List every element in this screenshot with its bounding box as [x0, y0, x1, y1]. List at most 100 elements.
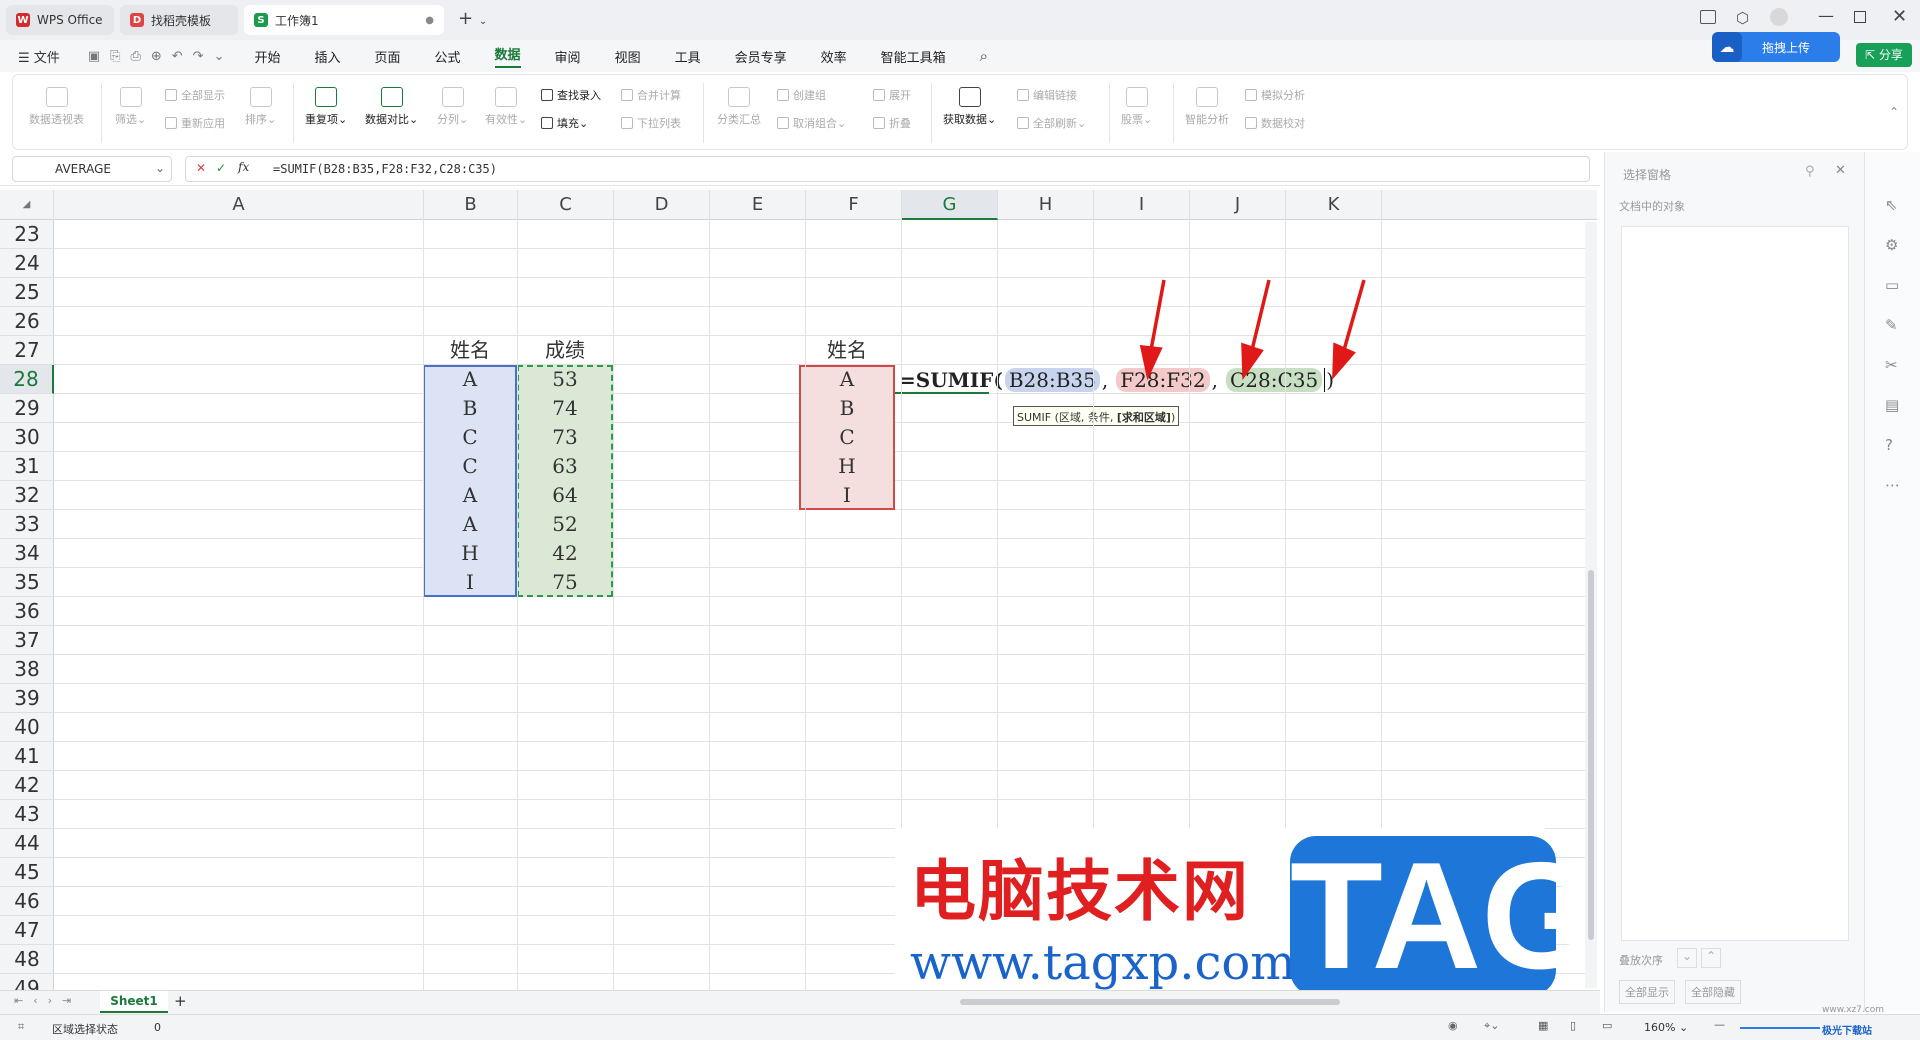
- table1-score-cell[interactable]: 53: [517, 365, 613, 394]
- subtotal-button[interactable]: 分类汇总: [717, 87, 761, 127]
- row-header-35[interactable]: 35: [0, 568, 54, 597]
- create-group-button[interactable]: 创建组: [777, 87, 826, 103]
- sort-button[interactable]: 排序⌄: [245, 87, 276, 127]
- menu-efficiency[interactable]: 效率: [821, 47, 847, 66]
- menu-smart-toolbox[interactable]: 智能工具箱: [881, 47, 946, 66]
- lookup-button[interactable]: 查找录入: [541, 87, 601, 103]
- tab-dot-icon[interactable]: ●: [425, 15, 434, 26]
- simulate-button[interactable]: 模拟分析: [1245, 87, 1305, 103]
- table2-name-cell[interactable]: H: [799, 452, 895, 481]
- minimize-icon[interactable]: —: [1818, 6, 1834, 25]
- close-pane-icon[interactable]: ✕: [1835, 163, 1846, 178]
- table1-name-cell[interactable]: B: [423, 394, 517, 423]
- horizontal-scroll-thumb[interactable]: [960, 999, 1340, 1005]
- refresh-all-button[interactable]: 全部刷新 ⌄: [1017, 115, 1086, 131]
- help-icon[interactable]: ?: [1885, 436, 1893, 454]
- fill-button[interactable]: 填充 ⌄: [541, 115, 588, 131]
- row-header-47[interactable]: 47: [0, 916, 54, 945]
- column-header-b[interactable]: B: [424, 190, 518, 220]
- name-box[interactable]: AVERAGE ⌄: [12, 156, 172, 182]
- column-header-c[interactable]: C: [518, 190, 614, 220]
- table1-name-cell[interactable]: H: [423, 539, 517, 568]
- row-header-36[interactable]: 36: [0, 597, 54, 626]
- split-button[interactable]: 分列⌄: [437, 87, 468, 127]
- consolidate-button[interactable]: 合并计算: [621, 87, 681, 103]
- macro-icon[interactable]: ⌗: [18, 1020, 24, 1034]
- row-header-24[interactable]: 24: [0, 249, 54, 278]
- column-header-d[interactable]: D: [614, 190, 710, 220]
- column-header-a[interactable]: A: [54, 190, 424, 220]
- table1-score-cell[interactable]: 75: [517, 568, 613, 597]
- validity-button[interactable]: 有效性⌄: [485, 87, 527, 127]
- tab-wps-office[interactable]: W WPS Office: [6, 5, 114, 35]
- column-header-e[interactable]: E: [710, 190, 806, 220]
- column-header-j[interactable]: J: [1190, 190, 1286, 220]
- row-header-42[interactable]: 42: [0, 771, 54, 800]
- table1-score-cell[interactable]: 74: [517, 394, 613, 423]
- object-list[interactable]: [1621, 226, 1849, 941]
- menu-review[interactable]: 审阅: [555, 47, 581, 66]
- verify-button[interactable]: 数据校对: [1245, 115, 1305, 131]
- new-tab-icon[interactable]: + ⌄: [458, 8, 487, 29]
- hide-all-objects-button[interactable]: 全部隐藏: [1685, 980, 1741, 1004]
- add-sheet-icon[interactable]: +: [174, 992, 187, 1010]
- row-header-27[interactable]: 27: [0, 336, 54, 365]
- row-header-25[interactable]: 25: [0, 278, 54, 307]
- confirm-icon[interactable]: ✓: [216, 161, 226, 175]
- eye-icon[interactable]: ◉: [1448, 1019, 1458, 1032]
- pivot-table-button[interactable]: 数据透视表: [29, 87, 84, 127]
- cancel-icon[interactable]: ✕: [196, 161, 206, 175]
- row-header-34[interactable]: 34: [0, 539, 54, 568]
- file-menu[interactable]: ☰ 文件: [18, 47, 60, 66]
- locate-icon[interactable]: ⌖⌄: [1484, 1019, 1499, 1033]
- table1-name-cell[interactable]: A: [423, 365, 517, 394]
- sheet-nav-icons[interactable]: ⇤‹›⇥: [14, 994, 81, 1007]
- zoom-level[interactable]: 160% ⌄: [1644, 1021, 1688, 1034]
- table1-name-cell[interactable]: A: [423, 481, 517, 510]
- get-data-button[interactable]: 获取数据⌄: [943, 87, 996, 127]
- book-icon[interactable]: ▤: [1885, 396, 1899, 414]
- table1-score-cell[interactable]: 52: [517, 510, 613, 539]
- tools-icon[interactable]: ✂: [1885, 356, 1898, 374]
- column-header-k[interactable]: K: [1286, 190, 1382, 220]
- row-header-40[interactable]: 40: [0, 713, 54, 742]
- duplicates-button[interactable]: 重复项⌄: [305, 87, 347, 127]
- row-header-38[interactable]: 38: [0, 655, 54, 684]
- menu-home[interactable]: 开始: [254, 47, 280, 66]
- cube-icon[interactable]: ⬡: [1736, 9, 1749, 27]
- table2-name-cell[interactable]: I: [799, 481, 895, 510]
- scroll-thumb[interactable]: [1588, 570, 1594, 940]
- row-header-26[interactable]: 26: [0, 307, 54, 336]
- table2-name-cell[interactable]: B: [799, 394, 895, 423]
- row-header-48[interactable]: 48: [0, 945, 54, 974]
- pin-icon[interactable]: ⚲: [1805, 164, 1815, 179]
- zoom-slider[interactable]: [1740, 1027, 1820, 1029]
- stocks-button[interactable]: 股票⌄: [1121, 87, 1152, 127]
- search-icon[interactable]: ⌕: [980, 47, 988, 65]
- row-header-32[interactable]: 32: [0, 481, 54, 510]
- page-view-icon[interactable]: ▯: [1570, 1019, 1576, 1032]
- formula-input[interactable]: ✕ ✓ fx =SUMIF(B28:B35,F28:F32,C28:C35): [185, 156, 1590, 182]
- menu-formula[interactable]: 公式: [435, 47, 461, 66]
- table1-name-cell[interactable]: C: [423, 452, 517, 481]
- table1-score-cell[interactable]: 64: [517, 481, 613, 510]
- tab-template[interactable]: D 找稻壳模板: [120, 5, 238, 35]
- tab-workbook[interactable]: S 工作簿1 ●: [244, 5, 444, 35]
- smart-analysis-button[interactable]: 智能分析: [1185, 87, 1229, 127]
- show-all-objects-button[interactable]: 全部显示: [1619, 980, 1675, 1004]
- row-header-46[interactable]: 46: [0, 887, 54, 916]
- table1-score-cell[interactable]: 63: [517, 452, 613, 481]
- table1-name-cell[interactable]: C: [423, 423, 517, 452]
- menu-member[interactable]: 会员专享: [735, 47, 787, 66]
- avatar[interactable]: [1770, 8, 1788, 26]
- row-header-44[interactable]: 44: [0, 829, 54, 858]
- share-button[interactable]: ⇱ 分享: [1856, 43, 1912, 67]
- row-header-31[interactable]: 31: [0, 452, 54, 481]
- row-header-23[interactable]: 23: [0, 220, 54, 249]
- more-icon[interactable]: ⋯: [1885, 476, 1900, 494]
- table1-name-cell[interactable]: A: [423, 510, 517, 539]
- cursor-icon[interactable]: ⇖: [1885, 196, 1898, 214]
- table1-score-cell[interactable]: 73: [517, 423, 613, 452]
- table2-name-cell[interactable]: C: [799, 423, 895, 452]
- menu-page[interactable]: 页面: [375, 47, 401, 66]
